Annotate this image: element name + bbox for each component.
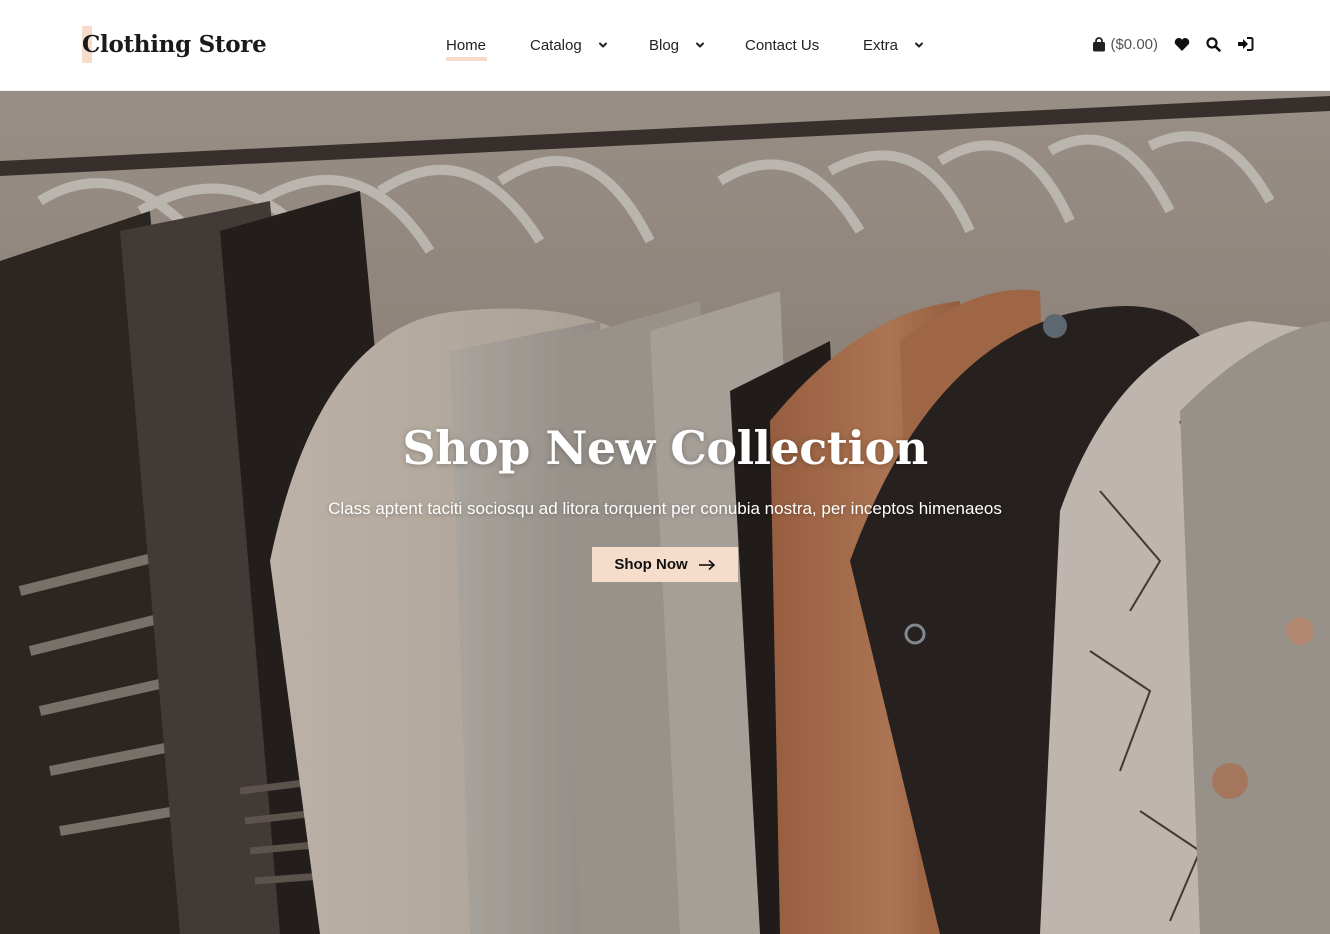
cart-button[interactable]: ($0.00) [1092,36,1158,53]
site-header: Clothing Store Home Catalog Blog Contact… [0,0,1330,91]
nav-catalog-label[interactable]: Catalog [530,37,582,54]
cart-total[interactable]: ($0.00) [1110,36,1158,53]
shop-now-label[interactable]: Shop Now [614,556,687,573]
nav-item-catalog[interactable]: Catalog [530,35,608,55]
nav-item-contact[interactable]: Contact Us [745,35,819,55]
hero-banner: Shop New Collection Class aptent taciti … [0,91,1330,934]
nav-contact-label[interactable]: Contact Us [745,37,819,54]
hero-subtitle: Class aptent taciti sociosqu ad litora t… [328,499,1002,518]
nav-blog-label[interactable]: Blog [649,37,679,54]
nav-home-label[interactable]: Home [446,37,486,54]
cart-icon[interactable] [1092,36,1106,52]
hero-content: Shop New Collection Class aptent taciti … [0,421,1330,582]
heart-icon[interactable] [1174,37,1190,52]
nav-active-underline [446,57,487,61]
chevron-down-icon[interactable] [598,40,608,50]
nav-item-home[interactable]: Home [446,35,486,55]
hero-title: Shop New Collection [402,421,928,475]
chevron-down-icon[interactable] [914,40,924,50]
search-icon[interactable] [1206,36,1221,52]
chevron-down-icon[interactable] [695,40,705,50]
login-icon[interactable] [1237,36,1254,52]
shop-now-button[interactable]: Shop Now [592,547,738,582]
arrow-right-icon[interactable] [698,559,716,571]
header-actions: ($0.00) [1092,33,1254,55]
nav-extra-label[interactable]: Extra [863,37,898,54]
nav-item-extra[interactable]: Extra [863,35,924,55]
nav-item-blog[interactable]: Blog [649,35,705,55]
